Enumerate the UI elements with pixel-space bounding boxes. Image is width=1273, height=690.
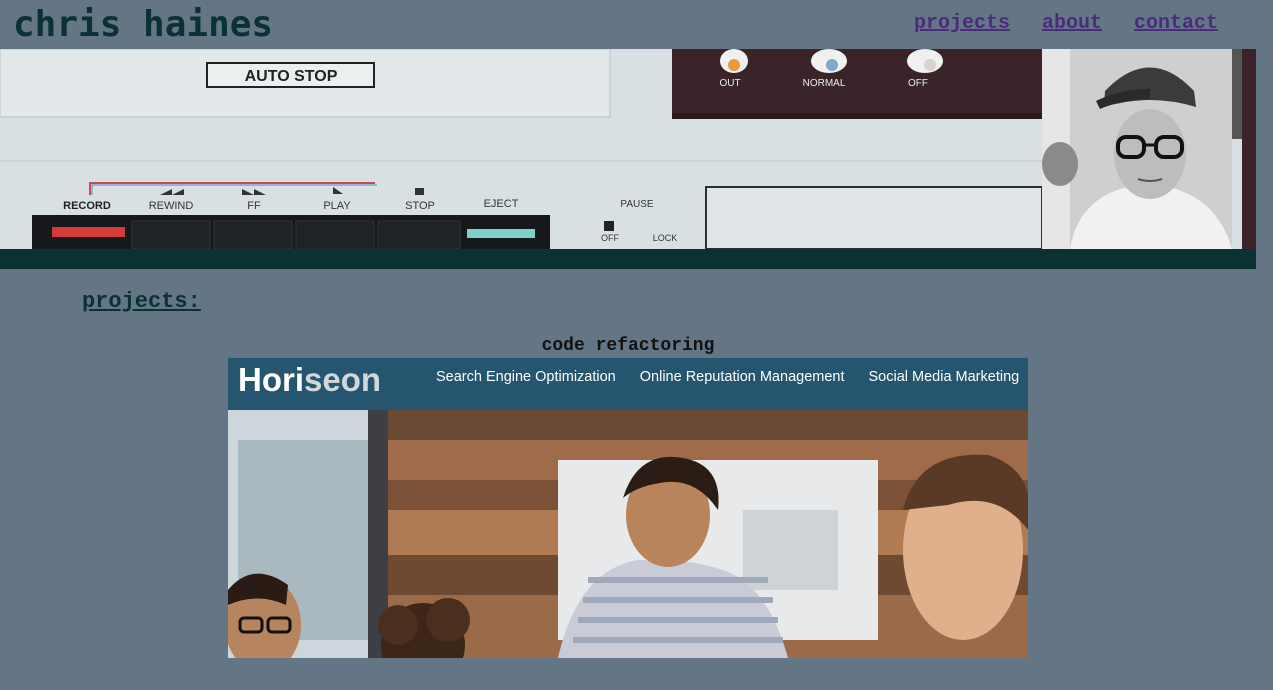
- projects-heading[interactable]: projects:: [82, 289, 201, 314]
- nav-link-projects[interactable]: projects: [914, 12, 1010, 35]
- horiseon-nav: Horiseon Search Engine Optimization Onli…: [228, 358, 1028, 410]
- horiseon-link-orm: Online Reputation Management: [639, 369, 845, 385]
- eject-label: EJECT: [484, 198, 519, 210]
- horiseon-links: Search Engine Optimization Online Reputa…: [436, 369, 1019, 385]
- ff-label: FF: [247, 200, 261, 212]
- nav-link-contact[interactable]: contact: [1134, 12, 1218, 35]
- site-header: chris haines projects about contact: [0, 0, 1256, 49]
- horiseon-link-seo: Search Engine Optimization: [436, 369, 616, 385]
- off2-label: OFF: [601, 233, 619, 243]
- hero-banner: AUTO STOP OUT NORMAL OFF RECORD REWIND F…: [0, 49, 1256, 249]
- hero-band: [0, 249, 1256, 269]
- horiseon-link-smm: Social Media Marketing: [868, 369, 1020, 385]
- rewind-label: REWIND: [149, 200, 194, 212]
- play-label: PLAY: [323, 200, 351, 212]
- horiseon-logo: Horiseon: [238, 361, 382, 398]
- stop-label: STOP: [405, 200, 435, 212]
- main-nav: projects about contact: [914, 12, 1218, 35]
- tape-deck-image: AUTO STOP OUT NORMAL OFF RECORD REWIND F…: [0, 49, 1256, 249]
- record-label: RECORD: [63, 200, 111, 212]
- project-screenshot[interactable]: Horiseon Search Engine Optimization Onli…: [228, 358, 1028, 658]
- scrollbar[interactable]: [1256, 0, 1273, 690]
- nav-link-about[interactable]: about: [1042, 12, 1102, 35]
- normal-label: NORMAL: [803, 78, 846, 89]
- team-photo: [228, 410, 1028, 658]
- out-label: OUT: [719, 78, 740, 89]
- off-label: OFF: [908, 78, 928, 89]
- site-title: chris haines: [13, 4, 274, 45]
- auto-stop-label: AUTO STOP: [245, 68, 338, 85]
- project-title: code refactoring: [541, 336, 715, 356]
- lock-label: LOCK: [653, 233, 678, 243]
- pause-label: PAUSE: [620, 199, 653, 210]
